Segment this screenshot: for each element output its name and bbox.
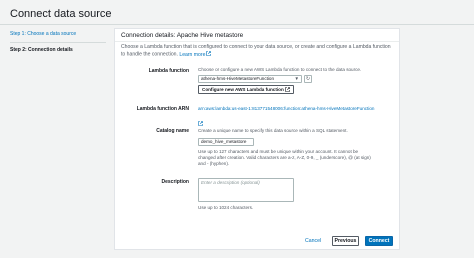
catalog-name-hint: Create a unique name to specify this dat… — [198, 128, 348, 133]
lambda-arn-link[interactable]: arn:aws:lambda:us-east-1:813771548006:fu… — [198, 106, 374, 112]
connection-details-panel: Connection details: Apache Hive metastor… — [114, 28, 400, 250]
catalog-name-constraints: Use up to 127 characters and must be uni… — [198, 149, 371, 166]
previous-button[interactable]: Previous — [332, 236, 359, 246]
lambda-function-label: Lambda function — [148, 68, 189, 74]
panel-description-text: Choose a Lambda function that is configu… — [121, 44, 391, 58]
description-field: Enter a description (optional) Use up to… — [198, 178, 294, 211]
cancel-link[interactable]: Cancel — [305, 236, 321, 246]
connect-button[interactable]: Connect — [365, 236, 393, 246]
refresh-icon: ↻ — [305, 76, 311, 82]
catalog-name-field: Create a unique name to specify this dat… — [198, 128, 394, 167]
caret-down-icon: ▼ — [294, 76, 299, 81]
external-link-icon — [206, 51, 212, 56]
lambda-controls: athena-hms-HiveMetastoreFunction ▼ ↻ Con… — [198, 75, 394, 95]
external-link-icon[interactable] — [198, 120, 203, 126]
description-textarea[interactable]: Enter a description (optional) — [198, 178, 294, 202]
panel-description: Choose a Lambda function that is configu… — [121, 44, 393, 59]
refresh-button[interactable]: ↻ — [304, 75, 312, 83]
lambda-arn-field: arn:aws:lambda:us-east-1:813771548006:fu… — [198, 106, 374, 130]
step-divider — [10, 42, 106, 43]
lambda-function-field: Choose or configure a new AWS Lambda fun… — [198, 67, 394, 95]
panel-divider — [115, 41, 399, 42]
lambda-function-select[interactable]: athena-hms-HiveMetastoreFunction ▼ — [198, 75, 302, 83]
learn-more-link[interactable]: Learn more — [179, 51, 212, 58]
configure-lambda-label: Configure new AWS Lambda function — [202, 87, 284, 92]
step-connection-details: Step 2: Connection details — [10, 47, 73, 53]
external-link-icon — [284, 86, 290, 92]
description-label: Description — [161, 179, 189, 185]
learn-more-label: Learn more — [179, 51, 206, 58]
page-title: Connect data source — [10, 8, 112, 20]
catalog-name-label: Catalog name — [156, 128, 189, 134]
catalog-name-input[interactable]: demo_hive_metastore — [198, 138, 254, 146]
lambda-function-hint: Choose or configure a new AWS Lambda fun… — [198, 67, 362, 72]
lambda-function-selected-value: athena-hms-HiveMetastoreFunction — [201, 76, 275, 81]
configure-lambda-button[interactable]: Configure new AWS Lambda function — [198, 85, 294, 94]
description-hint: Use up to 1024 characters. — [198, 205, 254, 210]
wizard-steps: Step 1: Choose a data source Step 2: Con… — [10, 31, 106, 58]
lambda-arn-label: Lambda function ARN — [136, 106, 189, 112]
title-divider — [0, 24, 474, 25]
step-choose-data-source[interactable]: Step 1: Choose a data source — [10, 31, 106, 38]
panel-title: Connection details: Apache Hive metastor… — [121, 32, 244, 39]
